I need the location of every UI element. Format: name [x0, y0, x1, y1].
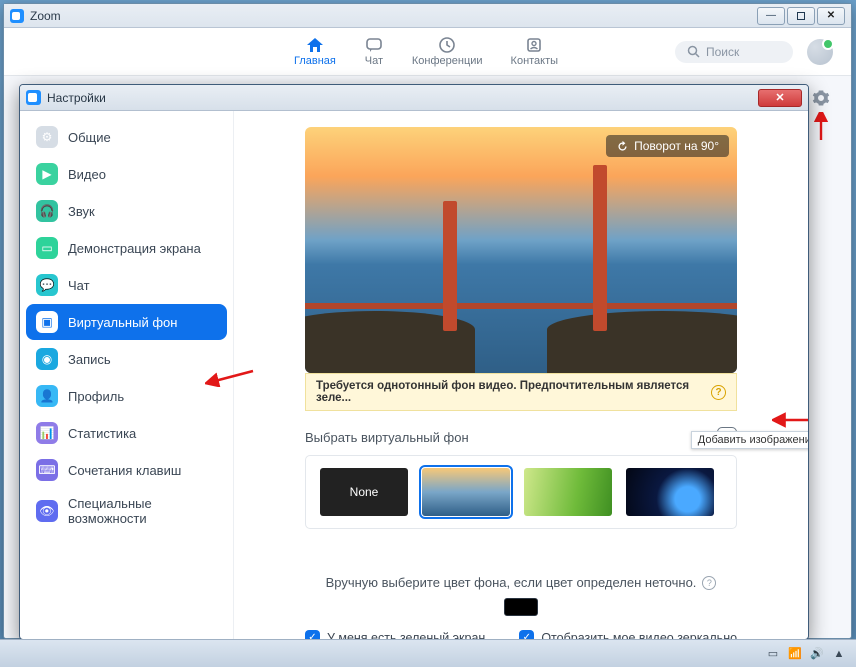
clock-icon — [437, 36, 457, 54]
tray-chevron-icon[interactable]: ▲ — [832, 647, 846, 661]
sidebar-item-audio[interactable]: 🎧 Звук — [26, 193, 227, 229]
stats-icon: 📊 — [36, 422, 58, 444]
home-icon — [305, 36, 325, 54]
tab-label: Конференции — [412, 55, 483, 67]
help-icon[interactable]: ? — [711, 385, 726, 400]
checkbox-label: У меня есть зеленый экран — [327, 631, 485, 640]
sidebar-item-label: Демонстрация экрана — [68, 241, 201, 256]
annotation-arrow-add — [772, 409, 808, 431]
sidebar-item-label: Общие — [68, 130, 111, 145]
rotate-icon — [616, 140, 629, 153]
zoom-title-text: Zoom — [30, 9, 61, 23]
tray-icon[interactable]: 🔊 — [810, 647, 824, 661]
bg-thumb-bridge[interactable] — [422, 468, 510, 516]
video-icon: ▶ — [36, 163, 58, 185]
nav-bar: Главная Чат Конференции Контакты Поиск — [4, 28, 851, 76]
sidebar-item-record[interactable]: ◉ Запись — [26, 341, 227, 377]
help-icon[interactable]: ? — [702, 576, 716, 590]
background-icon: ▣ — [36, 311, 58, 333]
video-preview: Поворот на 90° — [305, 127, 737, 373]
headphones-icon: 🎧 — [36, 200, 58, 222]
sidebar-item-label: Запись — [68, 352, 111, 367]
bg-thumb-grass[interactable] — [524, 468, 612, 516]
sidebar-item-shortcuts[interactable]: ⌨ Сочетания клавиш — [26, 452, 227, 488]
sidebar-item-accessibility[interactable]: 👁 Специальные возможности — [26, 489, 227, 533]
rotate-button[interactable]: Поворот на 90° — [606, 135, 729, 157]
settings-close-button[interactable]: ✕ — [758, 89, 802, 107]
zoom-main-window: Zoom — ✕ Главная Чат Конференции Контакт… — [3, 3, 852, 639]
manual-color-label: Вручную выберите цвет фона, если цвет оп… — [326, 575, 697, 590]
checkbox-mirror-video[interactable]: ✓ Отобразить мое видео зеркально — [519, 630, 737, 639]
tab-home[interactable]: Главная — [294, 36, 336, 67]
checkbox-label: Отобразить мое видео зеркально — [541, 631, 737, 640]
chat-icon — [364, 36, 384, 54]
add-image-tooltip: Добавить изображение — [691, 431, 808, 449]
close-button[interactable]: ✕ — [817, 7, 845, 25]
avatar-button[interactable] — [807, 39, 833, 65]
profile-icon: 👤 — [36, 385, 58, 407]
settings-sidebar: ⚙ Общие ▶ Видео 🎧 Звук ▭ Демонстрация экрана… — [20, 111, 234, 639]
tab-label: Чат — [365, 55, 383, 67]
sidebar-item-stats[interactable]: 📊 Статистика — [26, 415, 227, 451]
contacts-icon — [524, 36, 544, 54]
sidebar-item-chat[interactable]: 💬 Чат — [26, 267, 227, 303]
zoom-app-icon — [10, 9, 24, 23]
sidebar-item-general[interactable]: ⚙ Общие — [26, 119, 227, 155]
gear-icon: ⚙ — [36, 126, 58, 148]
tray-icon[interactable]: 📶 — [788, 647, 802, 661]
settings-content: Поворот на 90° Требуется однотонный фон … — [234, 111, 808, 639]
sidebar-item-share[interactable]: ▭ Демонстрация экрана — [26, 230, 227, 266]
sidebar-item-label: Профиль — [68, 389, 124, 404]
settings-titlebar[interactable]: Настройки ✕ — [20, 85, 808, 111]
sidebar-item-profile[interactable]: 👤 Профиль — [26, 378, 227, 414]
bg-thumb-none[interactable]: None — [320, 468, 408, 516]
sidebar-item-label: Статистика — [68, 426, 136, 441]
sidebar-item-label: Сочетания клавиш — [68, 463, 181, 478]
settings-modal: Настройки ✕ ⚙ Общие ▶ Видео 🎧 Звук ▭ Демонст… — [19, 84, 809, 640]
annotation-arrow-sidebar — [205, 367, 257, 387]
sidebar-item-label: Чат — [68, 278, 90, 293]
choose-bg-label: Выбрать виртуальный фон — [305, 430, 469, 445]
keyboard-icon: ⌨ — [36, 459, 58, 481]
minimize-button[interactable]: — — [757, 7, 785, 25]
sidebar-item-label: Видео — [68, 167, 106, 182]
warning-banner: Требуется однотонный фон видео. Предпочт… — [305, 373, 737, 411]
zoom-titlebar[interactable]: Zoom — ✕ — [4, 4, 851, 28]
bg-thumbnails: None — [305, 455, 737, 529]
bg-thumb-earth[interactable] — [626, 468, 714, 516]
tab-label: Контакты — [511, 55, 559, 67]
taskbar[interactable]: ▭ 📶 🔊 ▲ — [0, 639, 856, 667]
sidebar-item-label: Виртуальный фон — [68, 315, 177, 330]
color-swatch[interactable] — [504, 598, 538, 616]
annotation-arrow-gear — [814, 112, 828, 142]
settings-title-text: Настройки — [47, 91, 106, 105]
tab-label: Главная — [294, 55, 336, 67]
checkbox-icon: ✓ — [305, 630, 320, 639]
gear-icon[interactable] — [812, 89, 830, 107]
zoom-app-icon — [26, 90, 41, 105]
sidebar-item-virtualbg[interactable]: ▣ Виртуальный фон — [26, 304, 227, 340]
maximize-button[interactable] — [787, 7, 815, 25]
sidebar-item-label: Звук — [68, 204, 95, 219]
chat-icon: 💬 — [36, 274, 58, 296]
search-icon — [687, 45, 700, 58]
warning-text: Требуется однотонный фон видео. Предпочт… — [316, 380, 703, 404]
bg-thumb-label: None — [350, 485, 379, 499]
checkbox-green-screen[interactable]: ✓ У меня есть зеленый экран — [305, 630, 485, 639]
tab-contacts[interactable]: Контакты — [511, 36, 559, 67]
accessibility-icon: 👁 — [36, 500, 58, 522]
share-icon: ▭ — [36, 237, 58, 259]
checkbox-icon: ✓ — [519, 630, 534, 639]
search-placeholder: Поиск — [706, 45, 739, 59]
search-input[interactable]: Поиск — [675, 41, 793, 63]
tab-meetings[interactable]: Конференции — [412, 36, 483, 67]
tray-icon[interactable]: ▭ — [766, 647, 780, 661]
sidebar-item-video[interactable]: ▶ Видео — [26, 156, 227, 192]
record-icon: ◉ — [36, 348, 58, 370]
sidebar-item-label: Специальные возможности — [68, 496, 217, 526]
rotate-label: Поворот на 90° — [634, 139, 719, 153]
tab-chat[interactable]: Чат — [364, 36, 384, 67]
